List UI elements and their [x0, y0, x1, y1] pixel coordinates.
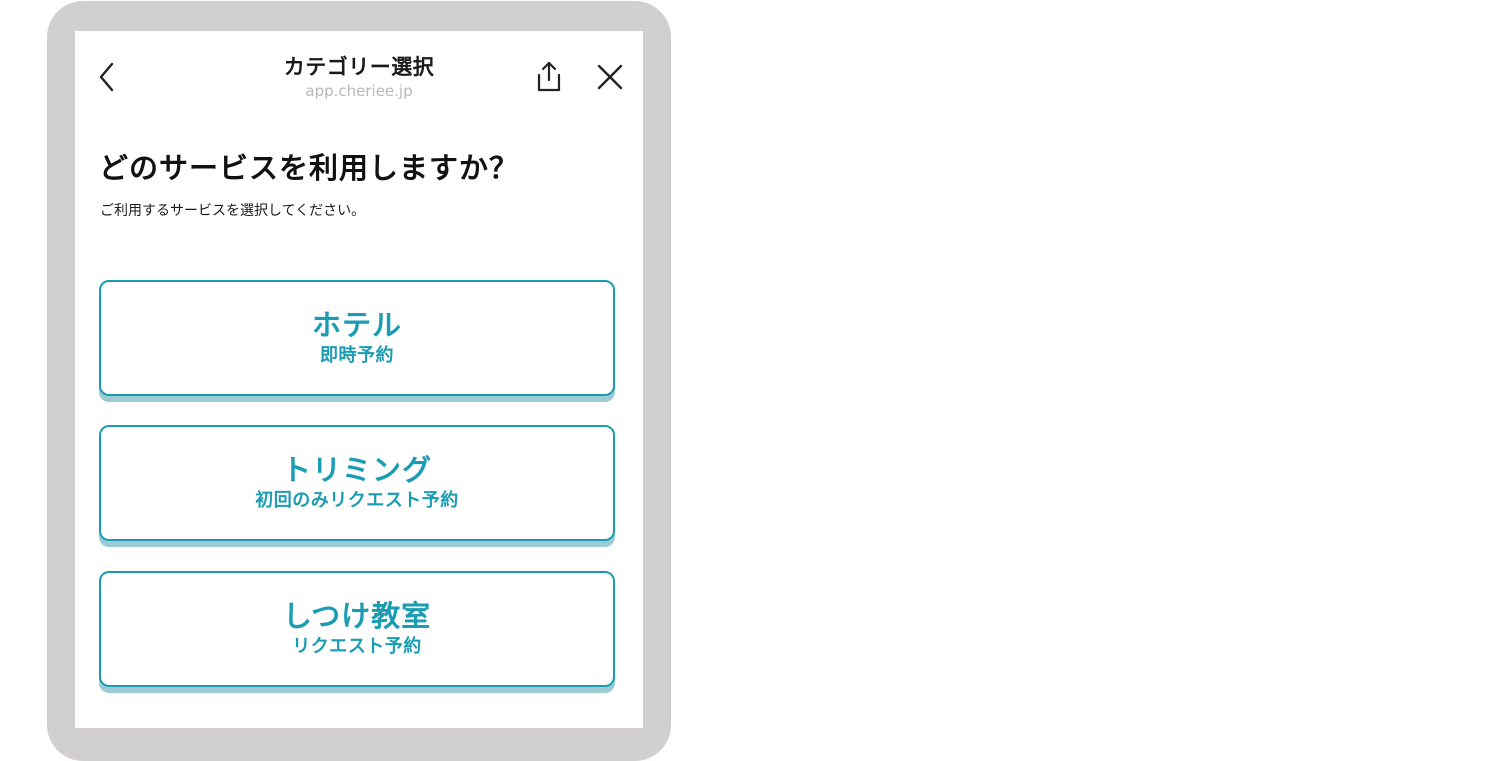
page-heading: どのサービスを利用しますか？ — [99, 151, 520, 185]
option-subtitle: 初回のみリクエスト予約 — [255, 490, 459, 511]
option-title: トリミング — [281, 453, 432, 487]
option-title: ホテル — [311, 308, 402, 342]
webview-screen: カテゴリー選択 app.cheriee.jp どのサービスを利用しますか？ ご利… — [75, 31, 643, 728]
nav-bar: カテゴリー選択 app.cheriee.jp — [75, 31, 643, 111]
close-button[interactable] — [593, 59, 627, 95]
service-option-training[interactable]: しつけ教室 リクエスト予約 — [99, 571, 615, 687]
share-button[interactable] — [533, 59, 565, 95]
service-option-trimming[interactable]: トリミング 初回のみリクエスト予約 — [99, 425, 615, 541]
option-subtitle: リクエスト予約 — [292, 636, 422, 657]
service-option-hotel[interactable]: ホテル 即時予約 — [99, 280, 615, 396]
share-icon — [537, 61, 561, 92]
option-subtitle: 即時予約 — [320, 345, 394, 366]
page-subheading: ご利用するサービスを選択してください。 — [100, 203, 366, 219]
option-title: しつけ教室 — [282, 599, 432, 633]
close-icon — [597, 64, 623, 90]
